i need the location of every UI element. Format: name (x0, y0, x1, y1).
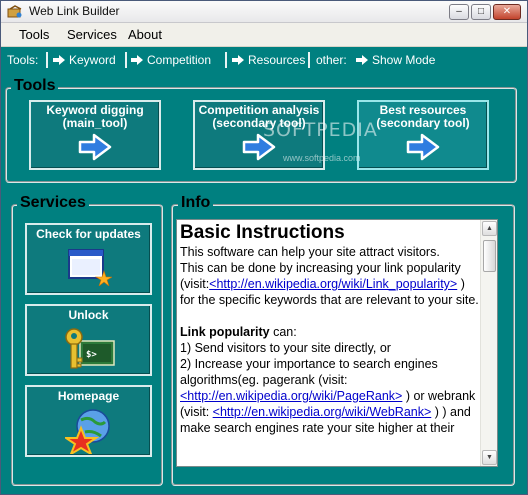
menu-about[interactable]: About (128, 27, 162, 42)
menu-bar: Tools Services About (1, 23, 527, 47)
info-heading: Basic Instructions (180, 222, 345, 243)
scroll-down-arrow-icon[interactable]: ▼ (482, 450, 497, 465)
window-title: Web Link Builder (29, 4, 120, 18)
arrow-right-icon (356, 55, 368, 65)
info-group-title: Info (178, 194, 214, 212)
toolbar-resources-label: Resources (248, 53, 306, 67)
info-paragraph: Link popularity can: (180, 324, 480, 340)
toolbar-separator (308, 52, 310, 68)
info-content: Basic Instructions This software can hel… (180, 222, 480, 436)
tools-group-title: Tools (11, 77, 59, 95)
info-text-panel[interactable]: Basic Instructions This software can hel… (176, 219, 498, 467)
app-logo-icon (7, 5, 22, 18)
watermark: SOFTPEDIA (263, 119, 378, 141)
toolbar-keyword-link[interactable]: Keyword (53, 53, 116, 67)
close-button[interactable]: ✕ (493, 4, 521, 20)
toolbar-keyword-label: Keyword (69, 53, 116, 67)
info-text: This software can help your site attract… (180, 245, 440, 259)
toolbar-show-mode-link[interactable]: Show Mode (356, 53, 435, 67)
toolbar: Tools: Keyword Competition Resources oth… (1, 47, 527, 73)
arrow-right-icon (53, 55, 65, 65)
app-window: Web Link Builder – □ ✕ Tools Services Ab… (0, 0, 528, 495)
toolbar-separator (125, 52, 127, 68)
toolbar-other-label: other: (316, 53, 347, 67)
service-button-label: Check for updates (36, 227, 141, 241)
keyword-digging-button[interactable]: Keyword digging (main_tool) (29, 100, 161, 170)
info-paragraph: This software can help your site attract… (180, 244, 480, 308)
menu-services[interactable]: Services (67, 27, 117, 42)
toolbar-competition-label: Competition (147, 53, 212, 67)
info-bold-term: Link popularity (180, 325, 270, 339)
info-list-item: 1) Send visitors to your site directly, … (180, 341, 391, 355)
service-button-label: Homepage (57, 389, 120, 403)
globe-star-icon (64, 409, 110, 454)
scroll-up-arrow-icon[interactable]: ▲ (482, 221, 497, 236)
info-text: can: (269, 325, 297, 339)
homepage-button[interactable]: Homepage (25, 385, 152, 457)
toolbar-show-mode-label: Show Mode (372, 53, 436, 67)
tool-button-sublabel: (main_tool) (62, 116, 128, 130)
info-text: 2) Increase your importance to search en… (180, 357, 438, 387)
arrow-right-icon (131, 55, 143, 65)
vertical-scrollbar[interactable]: ▲ ▼ (480, 220, 497, 466)
toolbar-resources-link[interactable]: Resources (232, 53, 305, 67)
blue-arrow-right-icon (406, 133, 440, 161)
maximize-button[interactable]: □ (471, 4, 491, 20)
blue-arrow-right-icon (78, 133, 112, 161)
toolbar-tools-label: Tools: (7, 53, 39, 67)
arrow-right-icon (232, 55, 244, 65)
title-bar[interactable]: Web Link Builder – □ ✕ (1, 1, 527, 23)
update-window-icon (67, 249, 112, 286)
link-popularity-link[interactable]: <http://en.wikipedia.org/wiki/Link_popul… (209, 277, 457, 291)
toolbar-competition-link[interactable]: Competition (131, 53, 211, 67)
info-list-item: 2) Increase your importance to search en… (180, 356, 480, 436)
check-for-updates-button[interactable]: Check for updates (25, 223, 152, 295)
key-icon: $> (64, 328, 115, 369)
service-button-label: Unlock (68, 308, 109, 322)
services-group-title: Services (17, 194, 89, 212)
svg-text:$>: $> (86, 350, 97, 360)
unlock-button[interactable]: Unlock $> (25, 304, 152, 376)
minimize-button[interactable]: – (449, 4, 469, 20)
watermark-url: www.softpedia.com (283, 153, 361, 163)
menu-tools[interactable]: Tools (19, 27, 49, 42)
webrank-link[interactable]: <http://en.wikipedia.org/wiki/WebRank> (213, 405, 432, 419)
toolbar-separator (225, 52, 227, 68)
scrollbar-thumb[interactable] (483, 240, 496, 272)
toolbar-separator (46, 52, 48, 68)
pagerank-link[interactable]: <http://en.wikipedia.org/wiki/PageRank> (180, 389, 402, 403)
tool-button-sublabel: (secondary tool) (376, 116, 470, 130)
